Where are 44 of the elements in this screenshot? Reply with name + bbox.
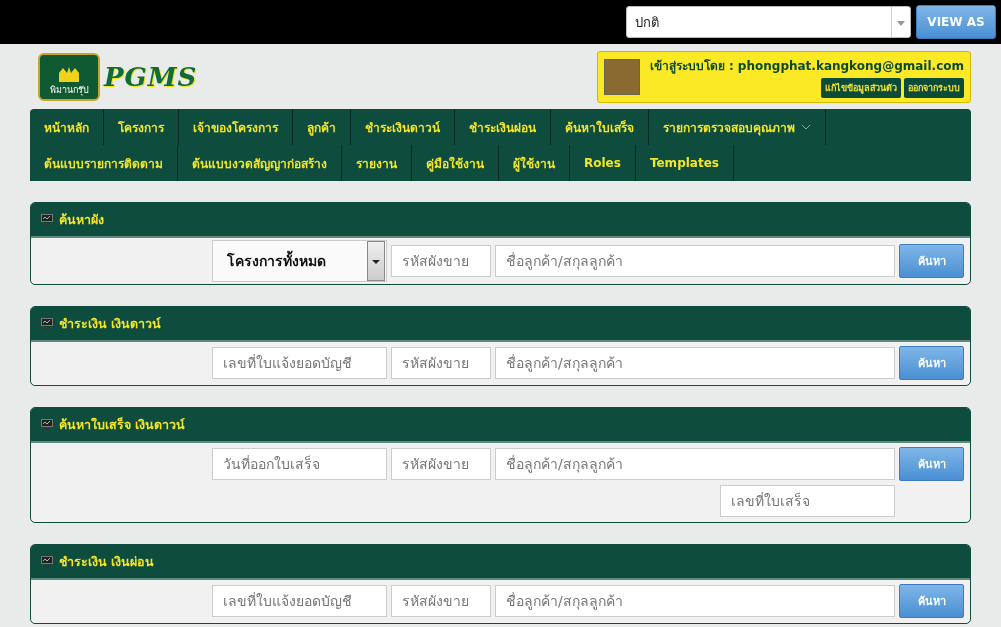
nav-item[interactable]: ลูกค้า [293,109,351,145]
panel-title: ค้นหาใบเสร็จ เงินดาวน์ [59,415,186,434]
monitor-icon [41,419,53,430]
input-field[interactable]: เลขที่ใบแจ้งยอดบัญชี [212,347,387,379]
input-field[interactable]: ชื่อลูกค้า/สกุลลูกค้า [495,448,895,480]
input-field[interactable]: รหัสผังขาย [391,347,491,379]
nav-item[interactable]: ต้นแบบรายการติดตาม [30,145,178,181]
panel-title: ค้นหาผัง [59,210,104,229]
edit-profile-button[interactable]: แก้ไขข้อมูลส่วนตัว [821,77,901,98]
input-field[interactable]: ชื่อลูกค้า/สกุลลูกค้า [495,585,895,617]
monitor-icon [41,318,53,329]
logout-button[interactable]: ออกจากระบบ [904,77,964,98]
role-select[interactable]: ปกติ [626,6,911,38]
logo-badge-text: พิมานกรุ๊ป [49,83,89,97]
nav-item[interactable]: ชำระเงินดาวน์ [351,109,455,145]
nav-item[interactable]: ค้นหาใบเสร็จ [551,109,649,145]
input-field[interactable]: เลขที่ใบแจ้งยอดบัญชี [212,585,387,617]
nav-item[interactable]: หน้าหลัก [30,109,104,145]
input-field[interactable]: รหัสผังขาย [391,244,491,277]
nav-item[interactable]: โครงการ [104,109,179,145]
panel-title: ชำระเงิน เงินดาวน์ [59,314,162,333]
input-field[interactable]: ชื่อลูกค้า/สกุลลูกค้า [495,244,895,277]
nav-item[interactable]: ต้นแบบงวดสัญญาก่อสร้าง [178,145,342,181]
monitor-icon [41,214,53,225]
input-field[interactable]: วันที่ออกใบเสร็จ [212,448,387,480]
nav-item[interactable]: Roles [570,145,636,181]
caret-icon [367,241,385,281]
logo-text: PGMS [104,61,198,92]
nav-item[interactable]: รายการตรวจสอบคุณภาพ [649,109,826,145]
nav-item[interactable]: ชำระเงินผ่อน [455,109,551,145]
input-field[interactable]: รหัสผังขาย [391,585,491,617]
avatar-placeholder [603,58,640,95]
nav-item[interactable]: ผู้ใช้งาน [499,145,570,181]
monitor-icon [41,556,53,567]
nav-item[interactable]: Templates [635,145,734,181]
project-select[interactable]: โครงการทั้งหมด [212,240,387,282]
panel-title: ชำระเงิน เงินผ่อน [59,552,155,571]
nav-item[interactable]: เจ้าของโครงการ [179,109,293,145]
nav-item[interactable]: รายงาน [342,145,412,181]
nav-item[interactable]: คู่มือใช้งาน [412,145,499,181]
login-text: เข้าสู่ระบบโดย : phongphat.kangkong@gmail.com [649,57,964,75]
input-field[interactable]: ชื่อลูกค้า/สกุลลูกค้า [495,347,895,379]
input-field[interactable]: เลขที่ใบเสร็จ [720,485,895,517]
input-field[interactable]: รหัสผังขาย [391,448,491,480]
